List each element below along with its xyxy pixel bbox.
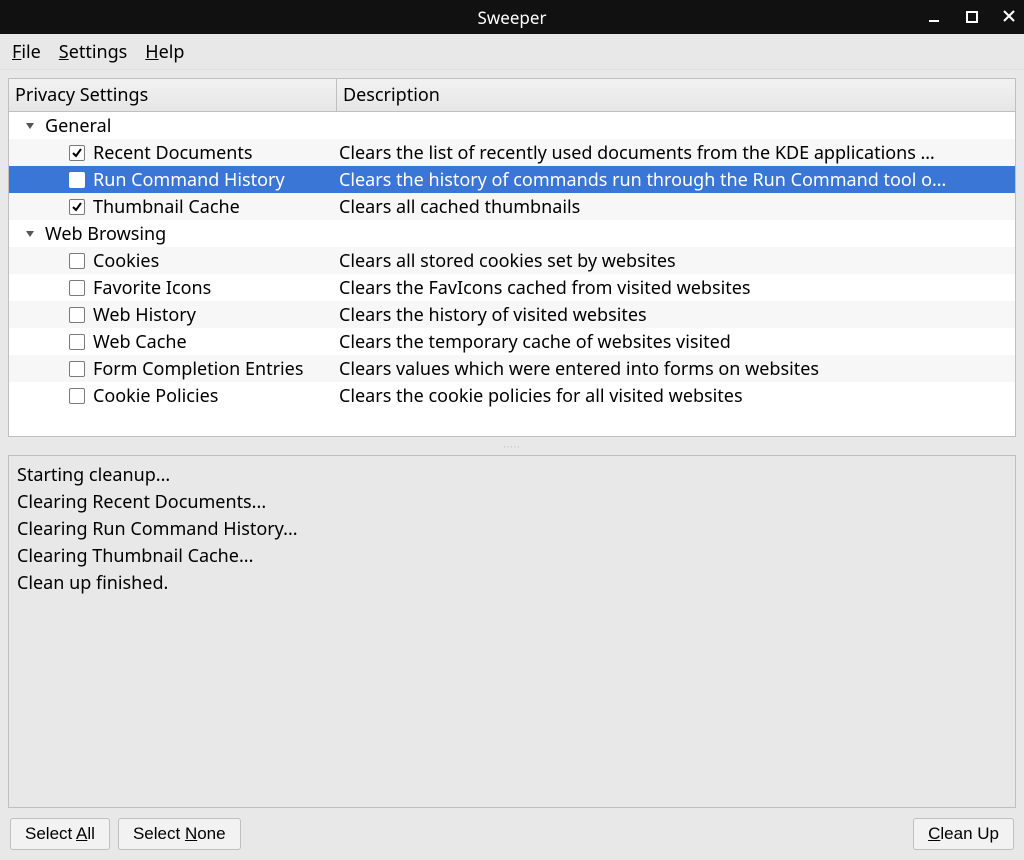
button-bar: Select All Select None Clean Up — [0, 808, 1024, 860]
item-description: Clears the cookie policies for all visit… — [337, 384, 1015, 408]
tree-item[interactable]: Run Command History Clears the history of… — [9, 166, 1015, 193]
item-label: Web Cache — [93, 330, 187, 354]
tree-item[interactable]: Cookies Clears all stored cookies set by … — [9, 247, 1015, 274]
tree-item[interactable]: Thumbnail Cache Clears all cached thumbna… — [9, 193, 1015, 220]
chevron-down-icon — [23, 227, 37, 241]
tree-item[interactable]: Web Cache Clears the temporary cache of w… — [9, 328, 1015, 355]
tree-body: General Recent Documents Clears the list o… — [9, 112, 1015, 436]
menu-file[interactable]: File — [12, 40, 41, 64]
menubar: File Settings Help — [0, 34, 1024, 70]
tree-item[interactable]: Web History Clears the history of visited… — [9, 301, 1015, 328]
checkbox[interactable] — [69, 388, 85, 404]
item-description: Clears all stored cookies set by website… — [337, 249, 1015, 273]
chevron-down-icon — [23, 119, 37, 133]
item-description: Clears the list of recently used documen… — [337, 141, 1015, 165]
item-label: Thumbnail Cache — [93, 195, 240, 219]
tree-group[interactable]: Web Browsing — [9, 220, 1015, 247]
window-controls — [928, 0, 1016, 34]
checkbox[interactable] — [69, 307, 85, 323]
window-title: Sweeper — [478, 6, 547, 29]
item-label: Cookies — [93, 249, 159, 273]
privacy-tree: Privacy Settings Description GeneralRece… — [8, 78, 1016, 437]
item-description: Clears the history of commands run throu… — [337, 168, 1015, 192]
log-output: Starting cleanup... Clearing Recent Docu… — [8, 455, 1016, 808]
item-description: Clears the temporary cache of websites v… — [337, 330, 1015, 354]
group-label: General — [45, 114, 111, 138]
checkbox[interactable] — [69, 145, 85, 161]
item-description: Clears the history of visited websites — [337, 303, 1015, 327]
menu-help[interactable]: Help — [145, 40, 184, 64]
minimize-icon[interactable] — [928, 8, 942, 26]
item-label: Favorite Icons — [93, 276, 211, 300]
item-description: Clears all cached thumbnails — [337, 195, 1015, 219]
tree-item[interactable]: Form Completion Entries Clears values whi… — [9, 355, 1015, 382]
item-label: Web History — [93, 303, 196, 327]
item-label: Recent Documents — [93, 141, 252, 165]
checkbox[interactable] — [69, 280, 85, 296]
item-label: Cookie Policies — [93, 384, 218, 408]
group-label: Web Browsing — [45, 222, 166, 246]
tree-item[interactable]: Cookie Policies Clears the cookie policie… — [9, 382, 1015, 409]
item-description: Clears values which were entered into fo… — [337, 357, 1015, 381]
item-label: Run Command History — [93, 168, 285, 192]
column-description[interactable]: Description — [337, 79, 1015, 111]
select-none-button[interactable]: Select None — [118, 818, 241, 850]
close-icon[interactable] — [1002, 8, 1016, 26]
titlebar: Sweeper — [0, 0, 1024, 34]
column-privacy-settings[interactable]: Privacy Settings — [9, 79, 337, 111]
clean-up-button[interactable]: Clean Up — [913, 818, 1014, 850]
tree-pad — [9, 409, 1015, 436]
splitter-handle[interactable]: ····· — [8, 443, 1016, 449]
checkbox[interactable] — [69, 253, 85, 269]
select-all-button[interactable]: Select All — [10, 818, 110, 850]
checkbox[interactable] — [69, 334, 85, 350]
maximize-icon[interactable] — [966, 8, 978, 26]
tree-group[interactable]: General — [9, 112, 1015, 139]
checkbox[interactable] — [69, 361, 85, 377]
checkbox[interactable] — [69, 199, 85, 215]
menu-settings[interactable]: Settings — [59, 40, 128, 64]
item-label: Form Completion Entries — [93, 357, 303, 381]
tree-header: Privacy Settings Description — [9, 79, 1015, 112]
item-description: Clears the FavIcons cached from visited … — [337, 276, 1015, 300]
checkbox[interactable] — [69, 172, 85, 188]
tree-item[interactable]: Favorite Icons Clears the FavIcons cached… — [9, 274, 1015, 301]
tree-item[interactable]: Recent Documents Clears the list of recen… — [9, 139, 1015, 166]
